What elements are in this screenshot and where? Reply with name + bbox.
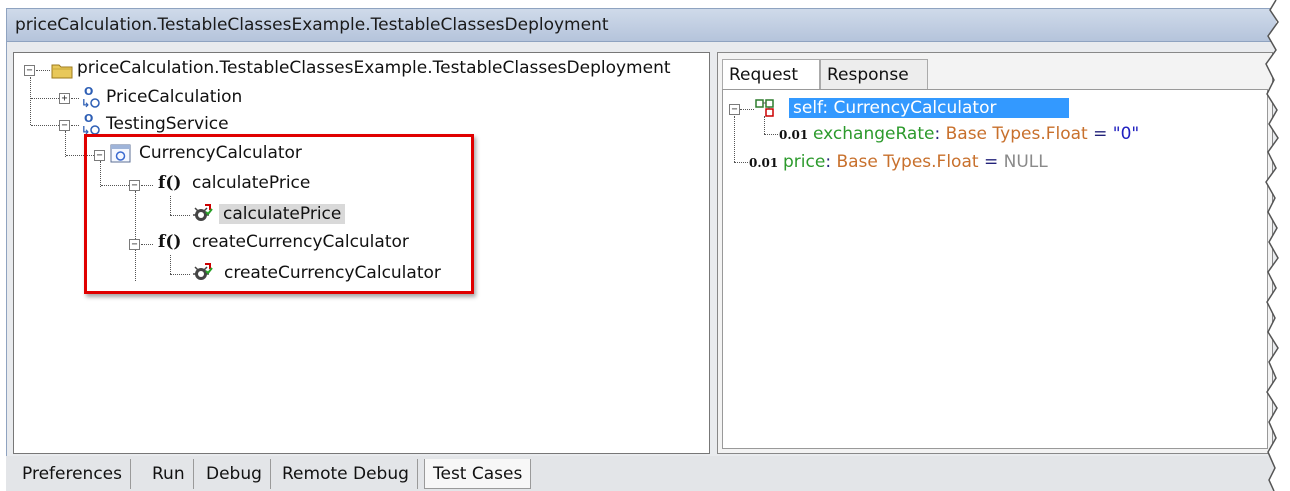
expand-toggle[interactable]: + [59, 93, 70, 104]
svg-text:↳: ↳ [81, 97, 90, 110]
primitive-type-icon: 0.01 [749, 156, 779, 170]
tree-item-label[interactable]: TestingService [106, 114, 229, 134]
tab-request[interactable]: Request [722, 59, 820, 91]
folder-icon [51, 64, 73, 79]
self-node-label[interactable]: self: CurrencyCalculator [789, 98, 1069, 118]
tab-debug[interactable]: Debug [198, 459, 271, 489]
torn-edge-decoration [1265, 0, 1290, 491]
application-window: priceCalculation.TestableClassesExample.… [0, 0, 1290, 491]
title-bar: priceCalculation.TestableClassesExample.… [6, 8, 1276, 42]
tab-run[interactable]: Run [144, 459, 194, 489]
collapse-toggle[interactable]: − [59, 120, 70, 131]
bottom-tab-bar: Preferences Run Debug Remote Debug Test … [6, 456, 1276, 491]
object-icon [755, 99, 774, 117]
tab-preferences[interactable]: Preferences [14, 459, 131, 489]
tab-test-cases[interactable]: Test Cases [424, 459, 532, 489]
tab-remote-debug[interactable]: Remote Debug [274, 459, 418, 489]
collapse-toggle[interactable]: − [729, 104, 740, 115]
primitive-type-icon: 0.01 [779, 128, 809, 142]
request-response-panel: Request Response − self: CurrencyCalcula… [717, 52, 1273, 454]
highlight-box [84, 134, 474, 294]
tree-item-label[interactable]: PriceCalculation [106, 87, 242, 107]
exchange-rate-field[interactable]: exchangeRate: Base Types.Float = "0" [813, 124, 1139, 144]
service-icon: O ↳ [81, 85, 100, 110]
window-title: priceCalculation.TestableClassesExample.… [15, 15, 609, 35]
request-tree[interactable]: − self: CurrencyCalculator 0.01 exchange… [722, 89, 1268, 449]
collapse-toggle[interactable]: − [24, 65, 35, 76]
tree-root-label[interactable]: priceCalculation.TestableClassesExample.… [77, 58, 671, 78]
tab-response[interactable]: Response [820, 59, 928, 89]
price-field[interactable]: price: Base Types.Float = NULL [783, 152, 1048, 172]
